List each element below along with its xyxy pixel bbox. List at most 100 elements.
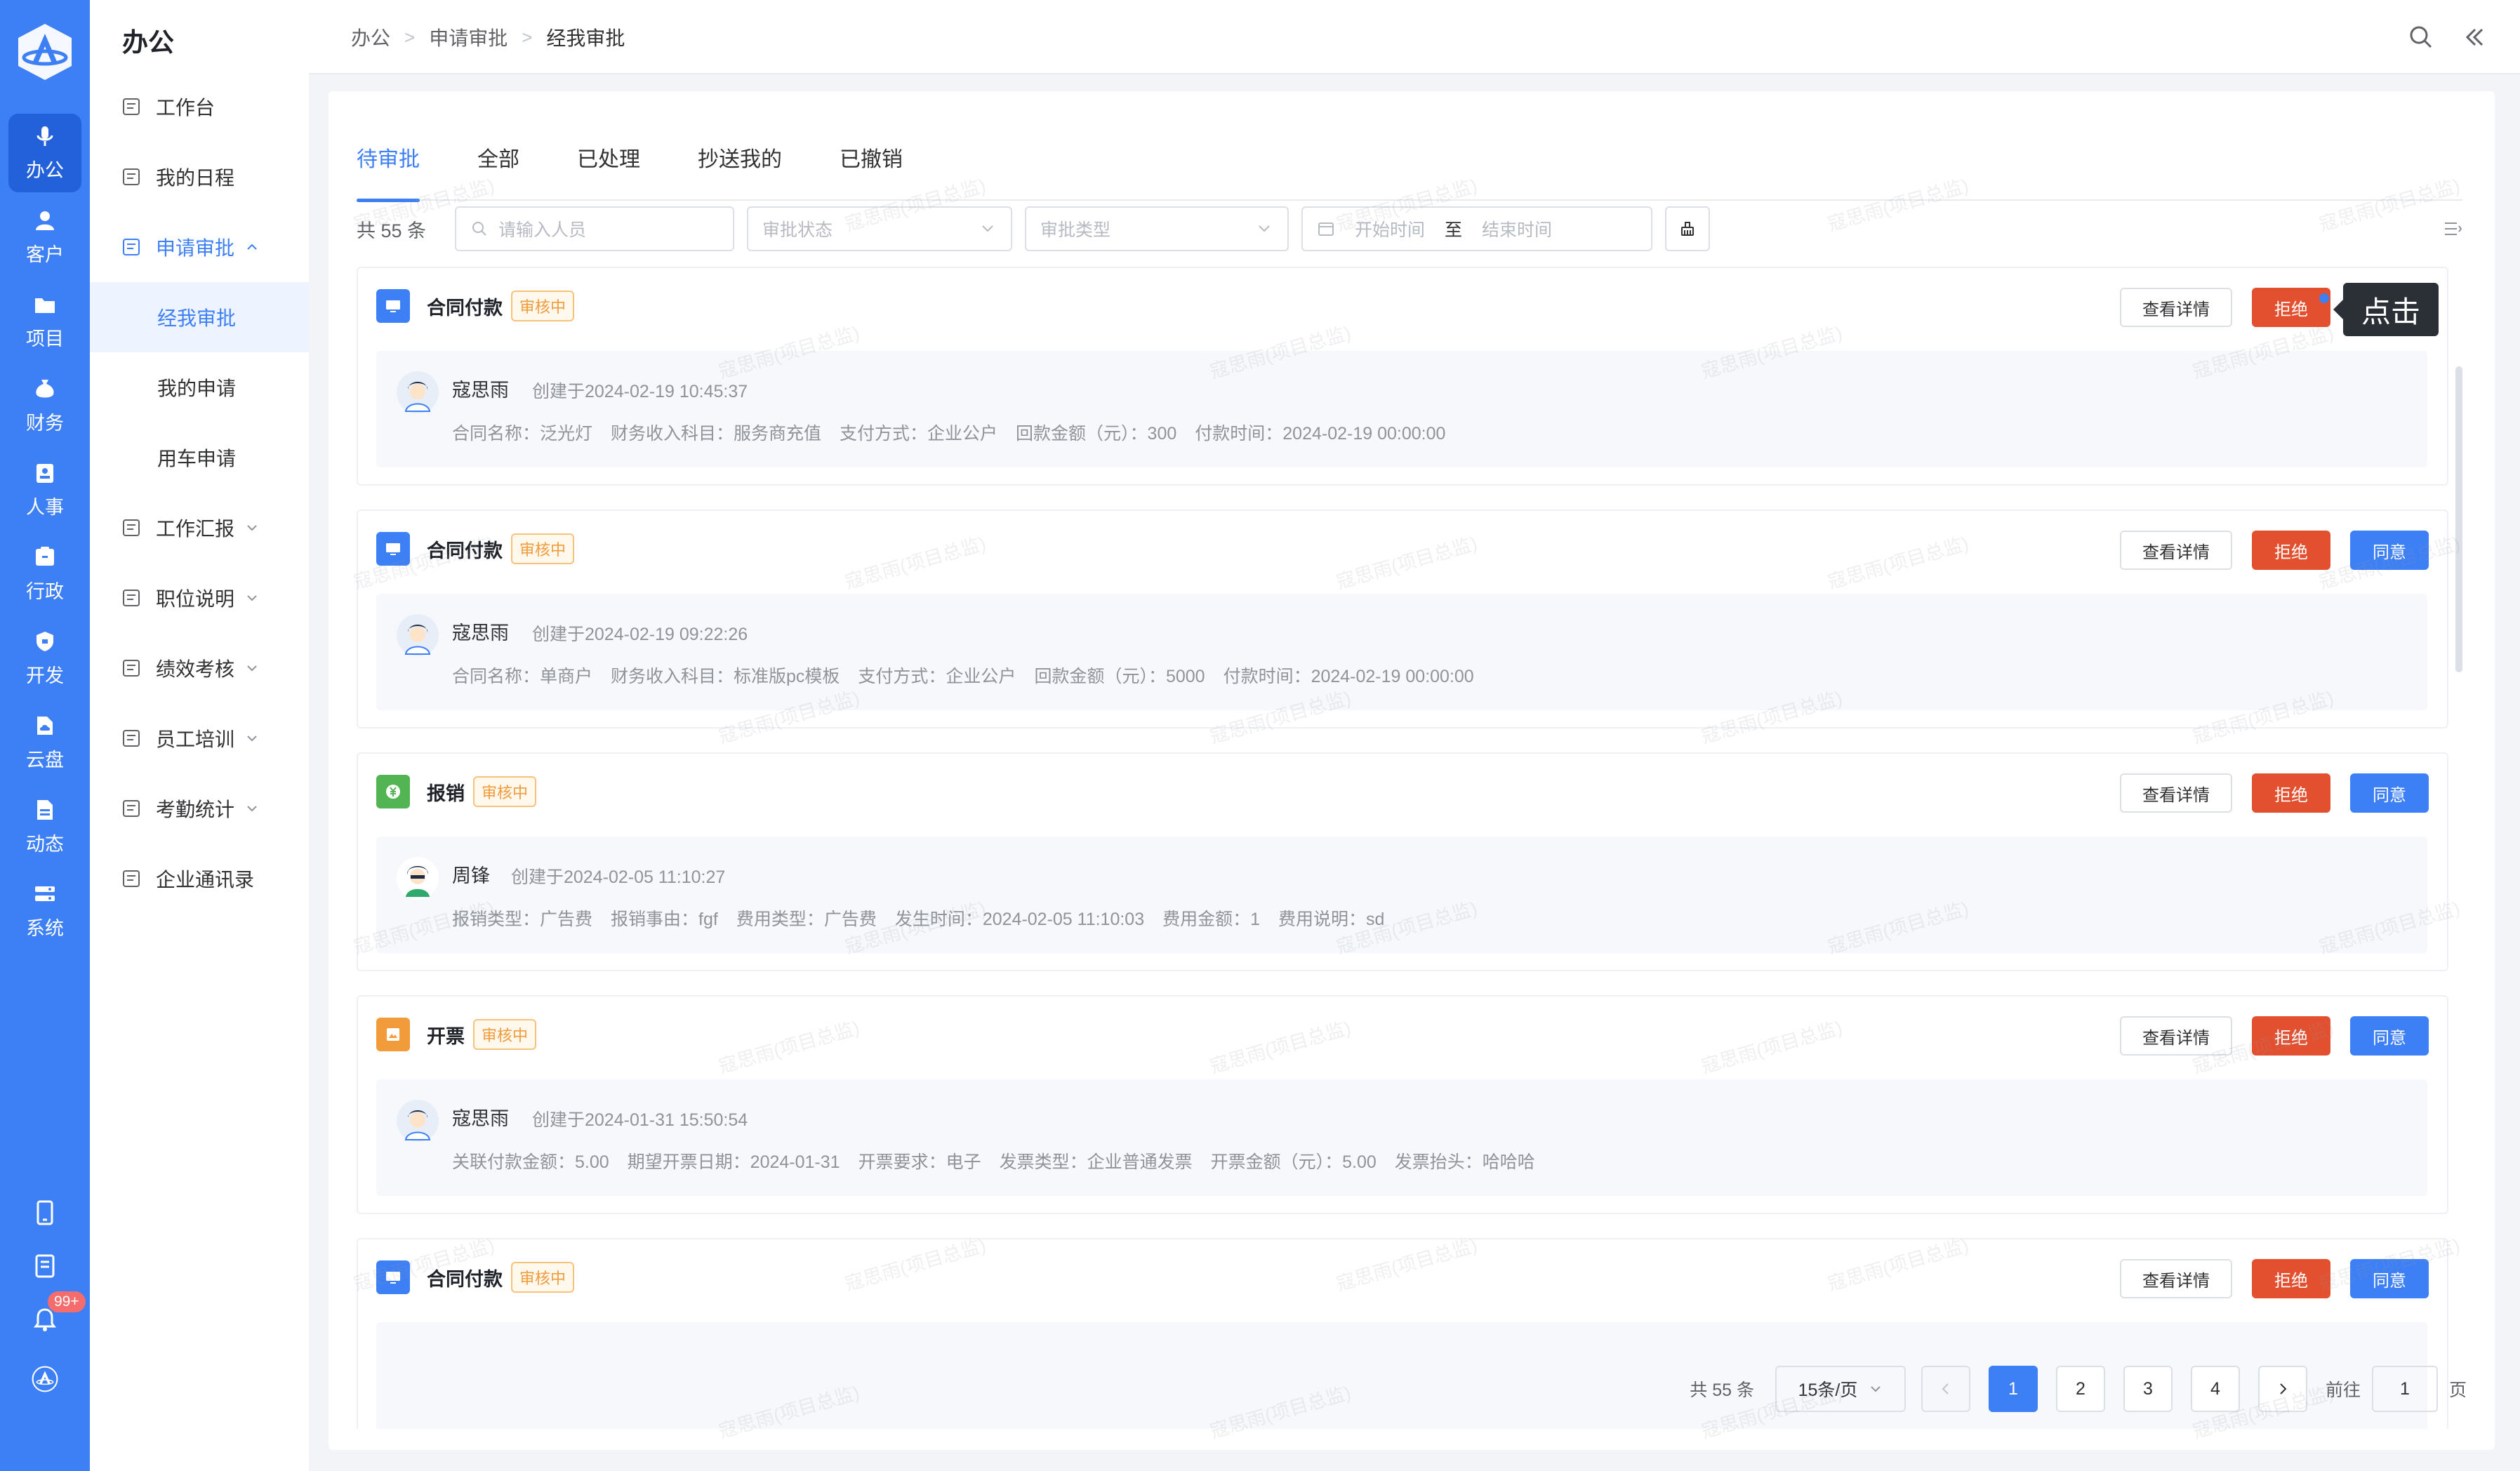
goto-page-input[interactable]: 1 xyxy=(2371,1366,2438,1412)
view-detail-button[interactable]: 查看详情 xyxy=(2120,1016,2232,1056)
date-range-picker[interactable]: 开始时间 至 结束时间 xyxy=(1301,206,1652,251)
header-tools xyxy=(2385,20,2492,55)
reject-button[interactable]: 拒绝 xyxy=(2252,1016,2330,1056)
sidebar-item[interactable]: 工作汇报 xyxy=(90,493,309,563)
rail-item[interactable]: 人事 xyxy=(8,451,81,529)
top-header: 办公 > 申请审批 > 经我审批 xyxy=(309,0,2520,74)
approve-button[interactable]: 同意 xyxy=(2350,1016,2429,1056)
tab[interactable]: 待审批 xyxy=(357,114,420,202)
view-detail-button[interactable]: 查看详情 xyxy=(2120,773,2232,813)
sidebar-item[interactable]: 工作台 xyxy=(90,72,309,142)
sidebar-item[interactable]: 用车申请 xyxy=(90,422,309,493)
status-badge: 审核中 xyxy=(511,533,575,564)
page-number-button[interactable]: 1 xyxy=(1988,1366,2038,1412)
list-scrollbar[interactable] xyxy=(2455,366,2462,672)
rail-item-label: 办公 xyxy=(26,159,64,181)
sidebar-item[interactable]: 我的申请 xyxy=(90,352,309,422)
status-select[interactable]: 审批状态 xyxy=(747,206,1012,251)
approve-button[interactable]: 同意 xyxy=(2350,773,2429,813)
goto-suffix: 页 xyxy=(2448,1380,2467,1400)
sidebar-item[interactable]: 企业通讯录 xyxy=(90,844,309,914)
rail-item[interactable]: 项目 xyxy=(8,282,81,361)
rail-item-label: 动态 xyxy=(26,833,64,855)
id-card-icon xyxy=(37,463,53,483)
double-chevron-left-icon xyxy=(2465,28,2483,46)
detail-field: 发生时间：2024-02-05 11:10:03 xyxy=(894,910,1145,929)
sidebar-item[interactable]: 员工培训 xyxy=(90,703,309,773)
next-page-button[interactable] xyxy=(2257,1366,2307,1412)
rail-item[interactable]: 财务 xyxy=(8,366,81,445)
rail-item[interactable]: 开发 xyxy=(8,619,81,698)
sidebar-item[interactable]: 我的日程 xyxy=(90,142,309,212)
reject-button[interactable]: 拒绝 xyxy=(2252,1259,2330,1298)
rail-item[interactable]: 客户 xyxy=(8,198,81,277)
person-search-input[interactable]: 请输入人员 xyxy=(455,206,734,251)
sidebar-item[interactable]: 考勤统计 xyxy=(90,773,309,844)
approve-button[interactable]: 同意 xyxy=(2350,531,2429,570)
reject-button[interactable]: 拒绝 xyxy=(2252,531,2330,570)
approval-list: 合同付款 审核中 查看详情 拒绝 寇思雨 创建于2024-02-19 10:45… xyxy=(357,267,2455,1429)
mobile-icon[interactable] xyxy=(25,1193,65,1232)
approve-button[interactable]: 同意 xyxy=(2350,1259,2429,1298)
sidebar-item[interactable]: 绩效考核 xyxy=(90,633,309,703)
reject-button[interactable]: 拒绝 xyxy=(2252,288,2330,327)
brush-icon xyxy=(1681,222,1694,236)
app-logo-icon[interactable] xyxy=(13,20,77,84)
applicant-name: 周锋 xyxy=(452,865,490,886)
type-select[interactable]: 审批类型 xyxy=(1025,206,1289,251)
rail-item[interactable]: 办公 xyxy=(8,114,81,192)
news-icon xyxy=(37,799,53,820)
prev-page-button[interactable] xyxy=(1921,1366,1970,1412)
card-actions: 查看详情 拒绝 同意 xyxy=(2100,1259,2429,1298)
click-tooltip: 点击 xyxy=(2333,283,2439,336)
tab[interactable]: 已撤销 xyxy=(840,114,903,201)
secondary-sidebar: 办公 工作台 我的日程 申请审批 经我审批 我的申请 用车申请 工作汇报 职位说明 绩效考核员工… xyxy=(90,0,400,1471)
customer-icon xyxy=(36,211,54,230)
view-detail-button[interactable]: 查看详情 xyxy=(2120,531,2232,570)
rail-item[interactable]: 系统 xyxy=(8,872,81,950)
type-select-placeholder: 审批类型 xyxy=(1040,220,1111,240)
detail-field: 费用金额：1 xyxy=(1162,910,1261,929)
chevron-down-icon xyxy=(247,736,257,742)
tab[interactable]: 全部 xyxy=(477,114,519,201)
rail-item[interactable]: 行政 xyxy=(8,535,81,613)
notebook-icon[interactable] xyxy=(25,1246,65,1286)
sidebar-item-label: 员工培训 xyxy=(156,728,235,750)
sidebar-item[interactable]: 经我审批 xyxy=(90,282,309,352)
tab[interactable]: 已处理 xyxy=(577,114,640,201)
breadcrumb-item[interactable]: 申请审批 xyxy=(429,23,508,51)
click-hint-dot xyxy=(2319,293,2329,303)
admin-icon xyxy=(36,546,54,566)
sidebar-item[interactable]: 职位说明 xyxy=(90,563,309,633)
approval-type-badge xyxy=(376,775,410,808)
view-detail-button[interactable]: 查看详情 xyxy=(2120,1259,2232,1298)
desktop-icon xyxy=(123,98,140,115)
clear-filter-button[interactable] xyxy=(1665,206,1710,251)
approval-title: 合同付款 xyxy=(427,297,503,319)
page-number-button[interactable]: 3 xyxy=(2123,1366,2173,1412)
page-number-button[interactable]: 2 xyxy=(2055,1366,2105,1412)
rail-item[interactable]: 动态 xyxy=(8,787,81,866)
start-date-placeholder: 开始时间 xyxy=(1355,220,1426,240)
collapse-button[interactable] xyxy=(2457,20,2492,55)
reject-button[interactable]: 拒绝 xyxy=(2252,773,2330,813)
page-number-button[interactable]: 4 xyxy=(2190,1366,2240,1412)
pagination: 共 55 条 15条/页 1234 前往 1 页 xyxy=(1690,1366,2467,1412)
applicant-avatar xyxy=(397,1100,439,1142)
breadcrumb-item[interactable]: 办公 xyxy=(351,23,390,51)
created-time: 创建于2024-02-19 09:22:26 xyxy=(532,625,748,644)
search-button[interactable] xyxy=(2403,20,2439,55)
page-size-select[interactable]: 15条/页 xyxy=(1775,1366,1906,1412)
applicant-name: 寇思雨 xyxy=(452,380,509,401)
approval-type-badge xyxy=(376,1018,410,1051)
view-detail-button[interactable]: 查看详情 xyxy=(2120,288,2232,327)
sidebar-item[interactable]: 申请审批 xyxy=(90,212,309,282)
rail-item[interactable]: 云盘 xyxy=(8,703,81,782)
date-range-separator: 至 xyxy=(1445,220,1463,240)
detail-field: 关联付款金额：5.00 xyxy=(452,1152,609,1172)
notification-bell-icon[interactable]: 99+ xyxy=(25,1290,87,1339)
column-settings-icon[interactable] xyxy=(2443,219,2462,239)
detail-field: 付款时间：2024-02-19 00:00:00 xyxy=(1223,667,1474,686)
tab[interactable]: 抄送我的 xyxy=(698,114,782,201)
user-avatar[interactable] xyxy=(32,1366,58,1392)
